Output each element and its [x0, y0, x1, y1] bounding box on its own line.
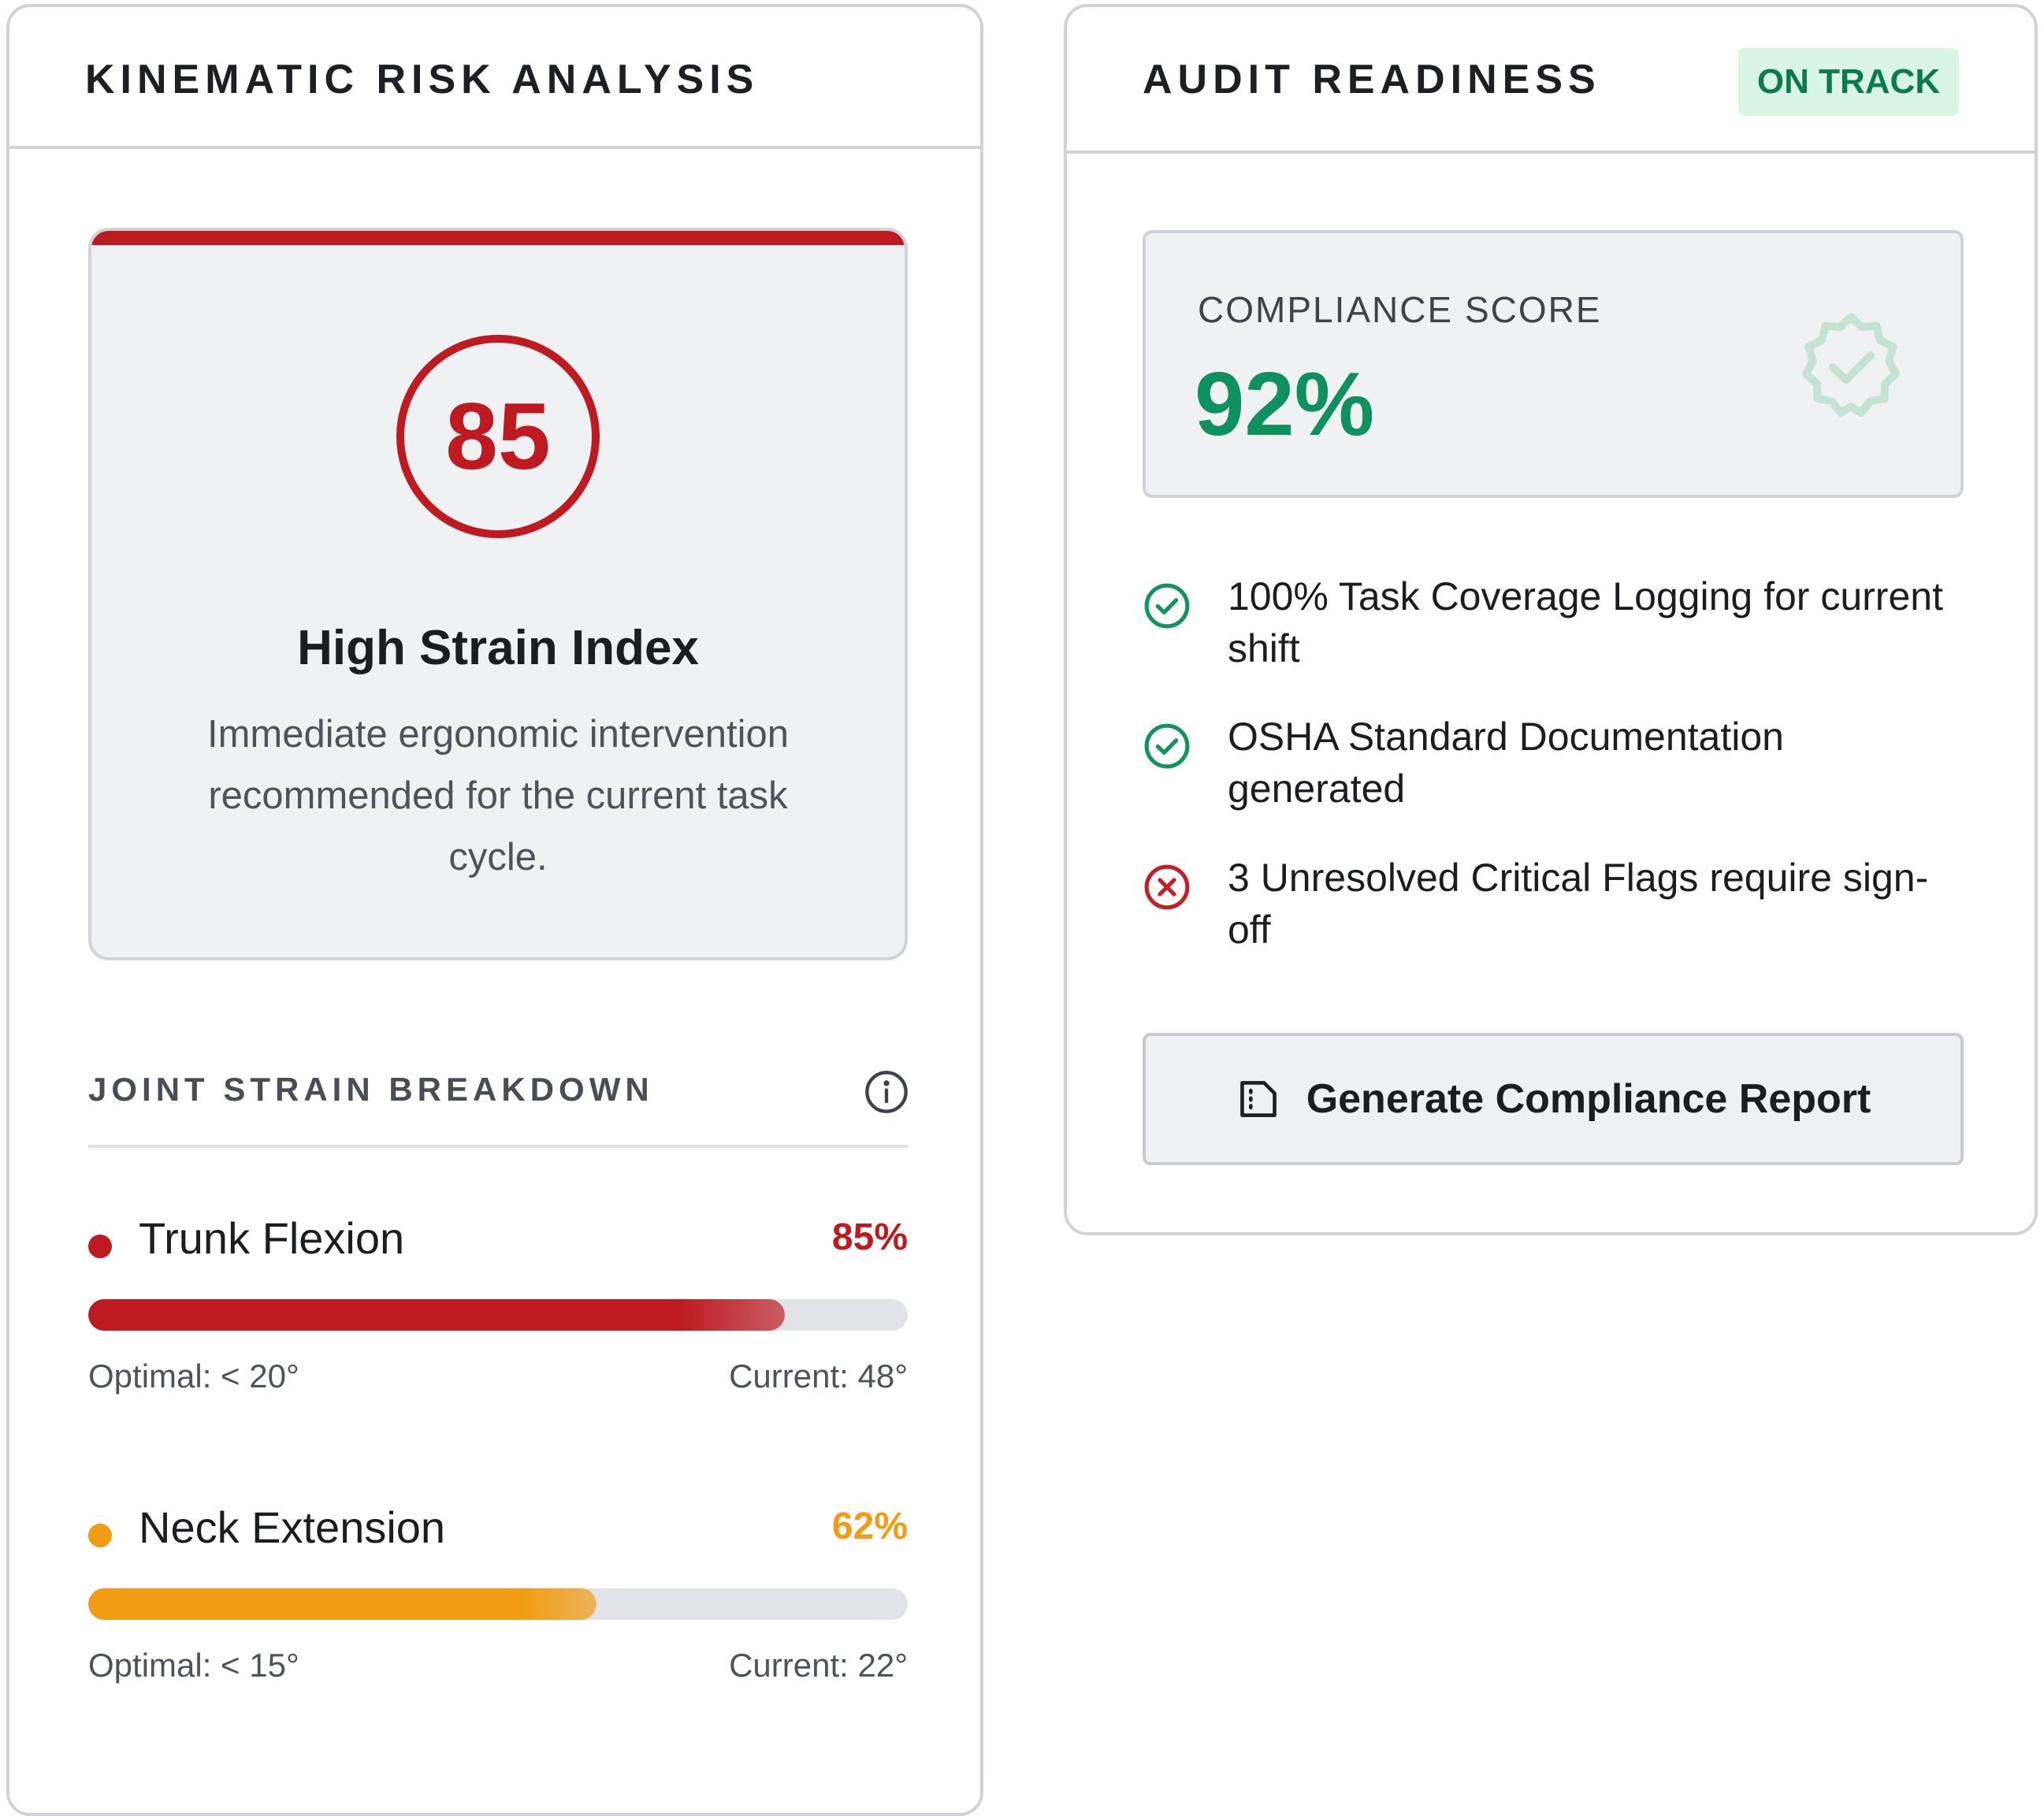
info-icon[interactable]: [864, 1069, 909, 1115]
strain-score-ring: 85: [396, 335, 600, 538]
breakdown-title: JOINT STRAIN BREAKDOWN: [88, 1071, 654, 1108]
panel-header: KINEMATIC RISK ANALYSIS: [9, 7, 980, 149]
checklist-text: OSHA Standard Documentation generated: [1228, 715, 1784, 811]
joint-percent: 85%: [831, 1216, 908, 1258]
check-circle-icon: [1144, 723, 1190, 769]
panel-title: AUDIT READINESS: [1143, 57, 1601, 102]
compliance-score-value: 92%: [1195, 355, 1375, 455]
generate-report-button[interactable]: Generate Compliance Report: [1143, 1033, 1964, 1165]
strain-description: Immediate ergonomic intervention recomme…: [206, 713, 790, 878]
status-dot: [88, 1524, 112, 1547]
strain-progress-bar: [88, 1588, 908, 1620]
joint-percent: 62%: [831, 1506, 908, 1547]
joint-name: Neck Extension: [139, 1502, 446, 1552]
checklist-text: 3 Unresolved Critical Flags require sign…: [1228, 856, 1929, 952]
joint-name: Trunk Flexion: [139, 1213, 405, 1263]
strain-score: 85: [445, 384, 551, 489]
breakdown-header: JOINT STRAIN BREAKDOWN: [88, 1061, 908, 1148]
compliance-score-card: COMPLIANCE SCORE 92%: [1143, 230, 1964, 498]
generate-report-label: Generate Compliance Report: [1306, 1076, 1871, 1122]
strain-index-card: 85 High Strain Index Immediate ergonomic…: [88, 228, 908, 960]
current-angle: Current: 22°: [729, 1647, 908, 1684]
joint-trunk-flexion: Trunk Flexion 85% Optimal: < 20° Current…: [88, 1213, 908, 1449]
status-badge: ON TRACK: [1738, 48, 1959, 116]
x-circle-icon: [1144, 864, 1190, 910]
status-dot: [88, 1235, 112, 1258]
document-icon: [1239, 1081, 1277, 1117]
kinematic-risk-panel: KINEMATIC RISK ANALYSIS 85 High Strain I…: [6, 4, 983, 1816]
strain-title: High Strain Index: [297, 621, 699, 675]
panel-header: AUDIT READINESS ON TRACK: [1067, 7, 2035, 154]
verified-seal-icon: [1802, 313, 1900, 418]
optimal-range: Optimal: < 15°: [88, 1647, 299, 1684]
risk-accent-bar: [91, 231, 905, 245]
checklist-text: 100% Task Coverage Logging for current s…: [1228, 574, 1943, 670]
joint-neck-extension: Neck Extension 62% Optimal: < 15° Curren…: [88, 1502, 908, 1738]
strain-progress-bar: [88, 1299, 908, 1331]
compliance-score-label: COMPLIANCE SCORE: [1198, 289, 1602, 330]
current-angle: Current: 48°: [729, 1357, 908, 1394]
audit-readiness-panel: AUDIT READINESS ON TRACK COMPLIANCE SCOR…: [1064, 4, 2038, 1235]
optimal-range: Optimal: < 20°: [88, 1357, 299, 1394]
panel-title: KINEMATIC RISK ANALYSIS: [85, 57, 760, 102]
check-circle-icon: [1144, 583, 1190, 629]
strain-progress-fill: [88, 1299, 785, 1331]
strain-progress-fill: [88, 1588, 596, 1620]
